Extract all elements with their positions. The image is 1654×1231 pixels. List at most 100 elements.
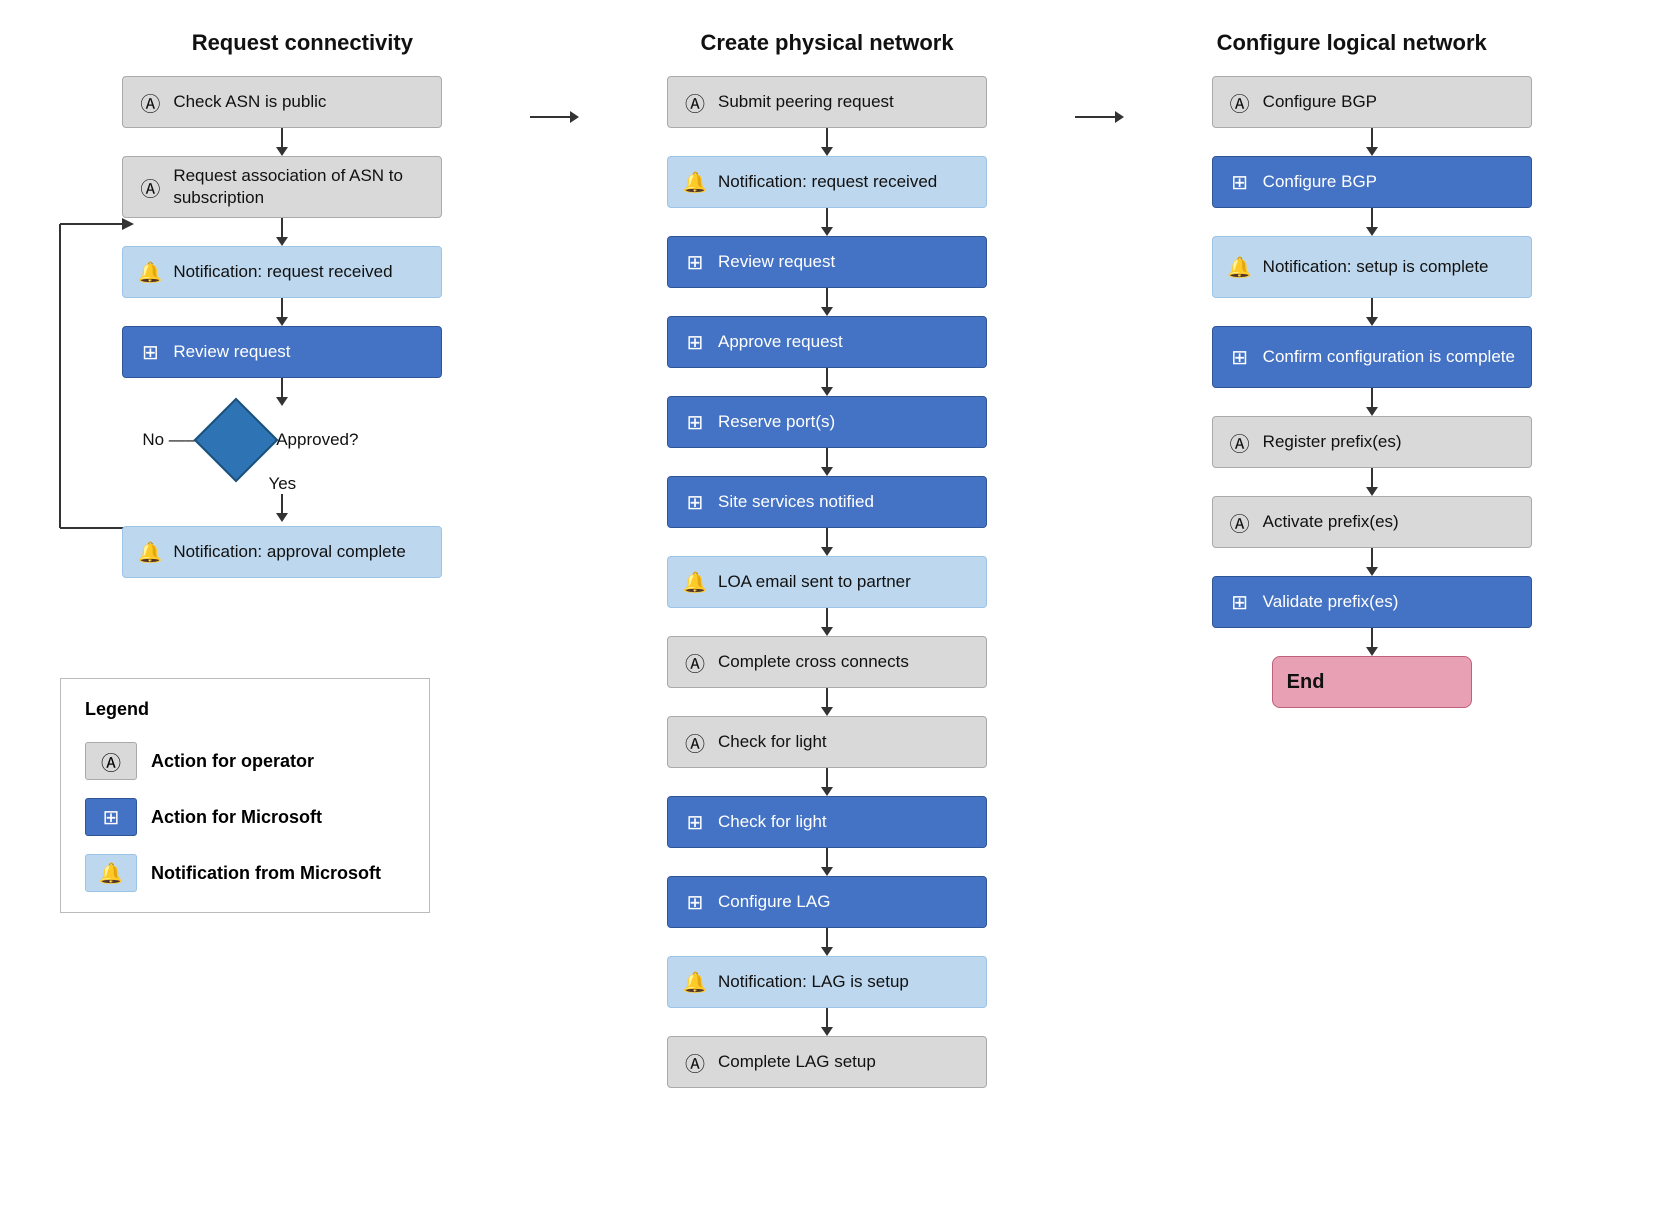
arrow-p5 xyxy=(821,448,833,476)
node-approval-complete-text: Notification: approval complete xyxy=(173,541,427,563)
node-check-light-microsoft: ⊞ Check for light xyxy=(667,796,987,848)
legend-operator-icon: Ⓐ xyxy=(85,742,137,780)
bell-icon-2: 🔔 xyxy=(137,540,163,565)
person-icon-8: Ⓐ xyxy=(1227,428,1253,457)
node-complete-lag-setup: Ⓐ Complete LAG setup xyxy=(667,1036,987,1088)
legend-item-notification: 🔔 Notification from Microsoft xyxy=(85,854,405,892)
person-icon-3: Ⓐ xyxy=(682,88,708,117)
node-review-request-2: ⊞ Review request xyxy=(667,236,987,288)
column-logical-network: Ⓐ Configure BGP ⊞ Configure BGP 🔔 Notifi… xyxy=(1129,76,1614,708)
bell-icon-6: 🔔 xyxy=(1227,255,1253,280)
node-submit-peering-text: Submit peering request xyxy=(718,91,972,113)
bell-icon-3: 🔔 xyxy=(682,170,708,195)
node-configure-bgp-microsoft: ⊞ Configure BGP xyxy=(1212,156,1532,208)
node-approval-complete: 🔔 Notification: approval complete xyxy=(122,526,442,578)
columns-header: Request connectivity Create physical net… xyxy=(40,30,1614,56)
node-validate-prefix-text: Validate prefix(es) xyxy=(1263,591,1517,613)
person-icon-2: Ⓐ xyxy=(137,173,163,202)
connector-line-1 xyxy=(530,116,570,118)
arrow-3 xyxy=(276,298,288,326)
person-icon-5: Ⓐ xyxy=(682,728,708,757)
node-configure-bgp-operator: Ⓐ Configure BGP xyxy=(1212,76,1532,128)
arrow-p6 xyxy=(821,528,833,556)
node-request-association: Ⓐ Request association of ASN to subscrip… xyxy=(122,156,442,218)
node-check-light-microsoft-text: Check for light xyxy=(718,811,972,833)
node-notif-request-received-2-text: Notification: request received xyxy=(718,171,972,193)
windows-icon-9: ⊞ xyxy=(1227,345,1253,370)
node-review-request-1: ⊞ Review request xyxy=(122,326,442,378)
node-notif-request-received-2: 🔔 Notification: request received xyxy=(667,156,987,208)
windows-icon-6: ⊞ xyxy=(682,810,708,835)
node-site-services-text: Site services notified xyxy=(718,491,972,513)
arrow-l7 xyxy=(1366,628,1378,656)
node-approve-request-text: Approve request xyxy=(718,331,972,353)
arrow-yes xyxy=(276,494,288,522)
arrow-p10 xyxy=(821,848,833,876)
node-notification-received-1: 🔔 Notification: request received xyxy=(122,246,442,298)
node-check-light-operator: Ⓐ Check for light xyxy=(667,716,987,768)
arrow-l2 xyxy=(1366,208,1378,236)
legend-notification-label: Notification from Microsoft xyxy=(151,863,381,884)
node-configure-bgp-microsoft-text: Configure BGP xyxy=(1263,171,1517,193)
windows-icon-4: ⊞ xyxy=(682,410,708,435)
bell-icon-4: 🔔 xyxy=(682,570,708,595)
person-icon-6: Ⓐ xyxy=(682,1048,708,1077)
node-loa-email-text: LOA email sent to partner xyxy=(718,571,972,593)
person-icon-9: Ⓐ xyxy=(1227,508,1253,537)
node-configure-lag: ⊞ Configure LAG xyxy=(667,876,987,928)
legend: Legend Ⓐ Action for operator ⊞ Action fo… xyxy=(60,678,430,913)
person-icon-4: Ⓐ xyxy=(682,648,708,677)
person-icon-7: Ⓐ xyxy=(1227,88,1253,117)
connector-1-2 xyxy=(525,76,585,123)
arrow-l6 xyxy=(1366,548,1378,576)
node-activate-prefix-text: Activate prefix(es) xyxy=(1263,511,1517,533)
windows-icon-5: ⊞ xyxy=(682,490,708,515)
yes-label: Yes xyxy=(268,474,296,494)
legend-microsoft-label: Action for Microsoft xyxy=(151,807,322,828)
legend-notification-icon: 🔔 xyxy=(85,854,137,892)
node-review-request-2-text: Review request xyxy=(718,251,972,273)
legend-title: Legend xyxy=(85,699,405,720)
bell-icon-1: 🔔 xyxy=(137,260,163,285)
windows-icon-10: ⊞ xyxy=(1227,590,1253,615)
arrow-l3 xyxy=(1366,298,1378,326)
diagram-container: Request connectivity Create physical net… xyxy=(40,30,1614,1088)
legend-item-microsoft: ⊞ Action for Microsoft xyxy=(85,798,405,836)
windows-icon-3: ⊞ xyxy=(682,330,708,355)
arrow-4 xyxy=(276,378,288,406)
windows-icon-7: ⊞ xyxy=(682,890,708,915)
arrow-p9 xyxy=(821,768,833,796)
col-header-1: Request connectivity xyxy=(40,30,565,56)
arrow-2 xyxy=(276,218,288,246)
connector-2-3 xyxy=(1069,76,1129,123)
node-end-text: End xyxy=(1287,669,1457,695)
node-confirm-config: ⊞ Confirm configuration is complete xyxy=(1212,326,1532,388)
connector-head-1 xyxy=(570,111,579,123)
node-register-prefix: Ⓐ Register prefix(es) xyxy=(1212,416,1532,468)
node-review-request-1-text: Review request xyxy=(173,341,427,363)
arrow-p7 xyxy=(821,608,833,636)
connector-arrow-2 xyxy=(1075,111,1124,123)
col-header-3: Configure logical network xyxy=(1089,30,1614,56)
node-notif-setup-complete-text: Notification: setup is complete xyxy=(1263,256,1517,278)
arrow-p1 xyxy=(821,128,833,156)
legend-person-icon: Ⓐ xyxy=(101,747,121,776)
legend-bell-icon: 🔔 xyxy=(99,861,124,886)
arrow-l5 xyxy=(1366,468,1378,496)
node-check-light-operator-text: Check for light xyxy=(718,731,972,753)
node-complete-cross-connects-text: Complete cross connects xyxy=(718,651,972,673)
legend-operator-label: Action for operator xyxy=(151,751,314,772)
diamond-shape xyxy=(194,398,279,483)
diamond-approved: No —— Approved? Yes xyxy=(122,410,442,522)
arrow-p4 xyxy=(821,368,833,396)
windows-icon-1: ⊞ xyxy=(137,340,163,365)
windows-icon-2: ⊞ xyxy=(682,250,708,275)
arrow-p8 xyxy=(821,688,833,716)
legend-microsoft-icon: ⊞ xyxy=(85,798,137,836)
connector-line-2 xyxy=(1075,116,1115,118)
connector-head-2 xyxy=(1115,111,1124,123)
node-submit-peering: Ⓐ Submit peering request xyxy=(667,76,987,128)
column-physical-network: Ⓐ Submit peering request 🔔 Notification:… xyxy=(585,76,1070,1088)
node-configure-bgp-operator-text: Configure BGP xyxy=(1263,91,1517,113)
node-request-association-text: Request association of ASN to subscripti… xyxy=(173,165,427,209)
